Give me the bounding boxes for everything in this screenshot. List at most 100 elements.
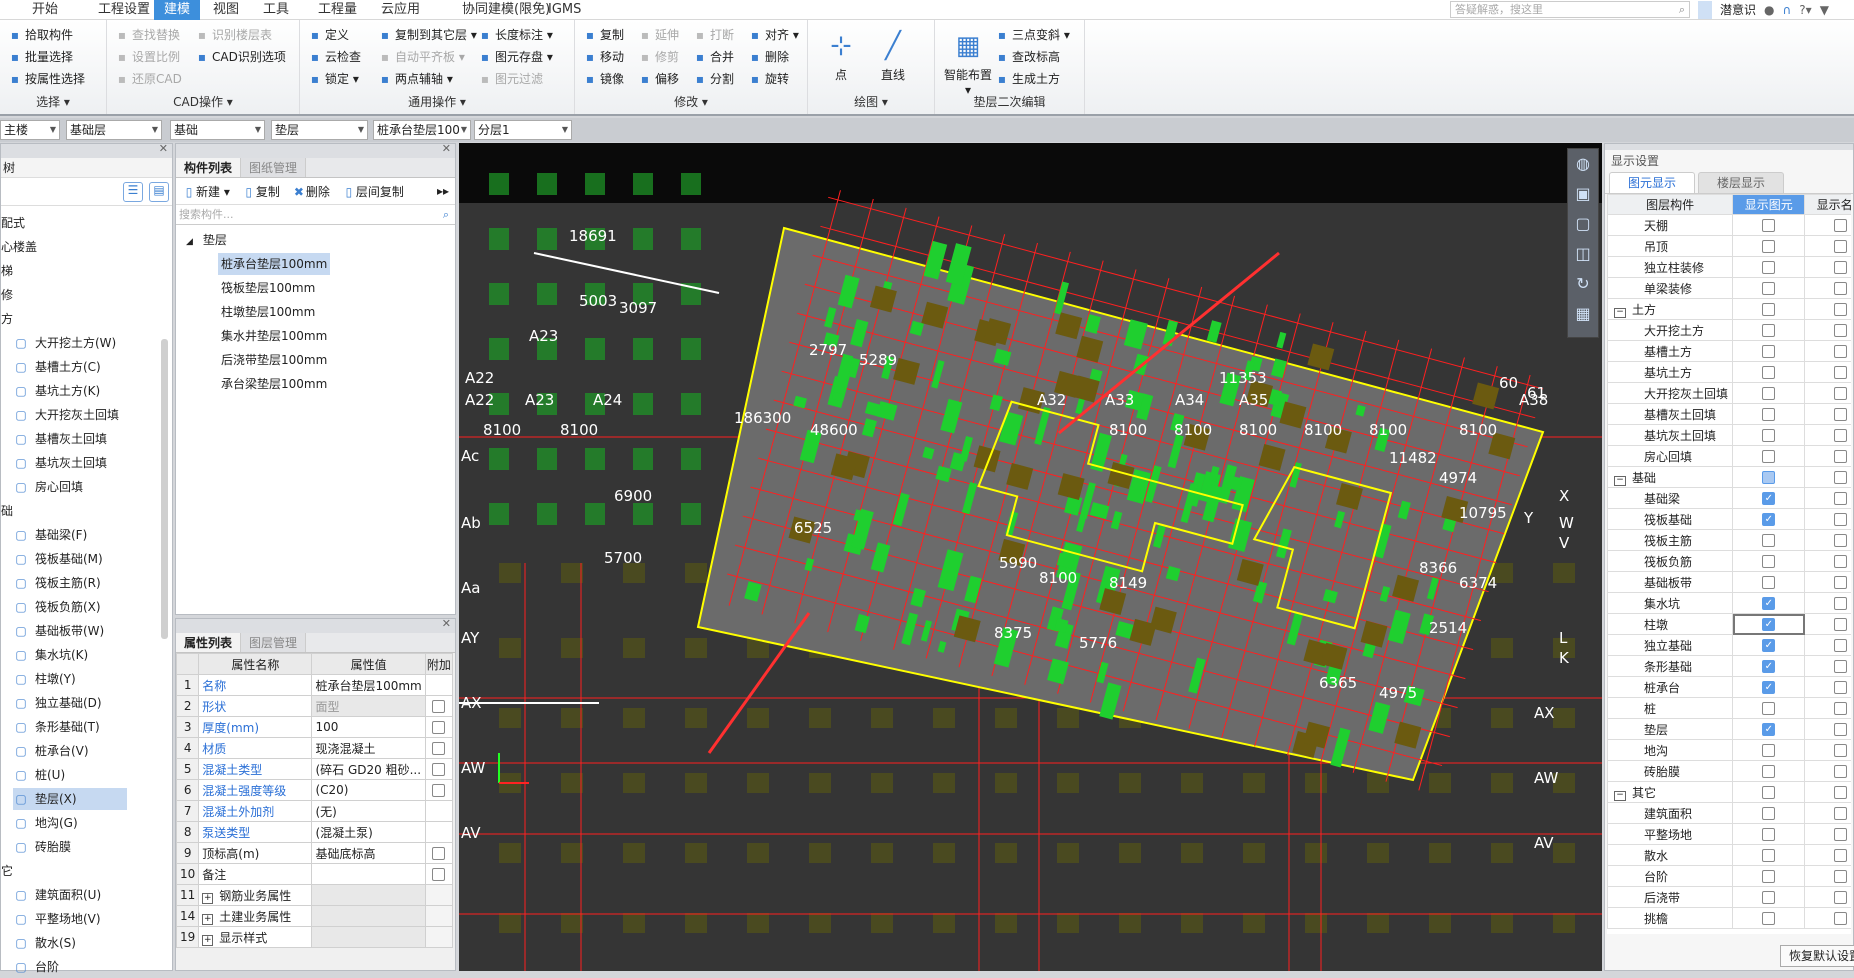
show-element-checkbox[interactable] [1762,744,1776,757]
component-item[interactable]: 桩承台垫层100mm [218,253,331,275]
tab[interactable]: 图层管理 [241,633,307,652]
show-element-checkbox[interactable] [1762,429,1776,442]
show-name-checkbox[interactable] [1834,450,1848,463]
property-value[interactable]: (混凝土泵) [311,821,426,843]
list-view-icon[interactable]: ☰ [123,182,143,202]
layer-row[interactable]: 垫层 ✓ [1607,718,1851,740]
property-row[interactable]: 6 混凝土强度等级 (C20) [175,779,454,801]
ribbon-group-label[interactable]: 通用操作 ▾ [300,93,574,110]
ribbon-group-label[interactable]: CAD操作 ▾ [107,93,299,110]
selector-combo[interactable]: 桩承台垫层100 ▼ [373,120,471,140]
nav-item[interactable]: ▢ 平整场地(V) [13,908,100,930]
help-icon[interactable]: ?▾ [1799,1,1811,19]
ribbon-button[interactable]: ▪ 合并 [693,46,734,68]
layer-row[interactable]: 筏板主筋 [1607,529,1851,551]
nav-item[interactable]: ▢ 垫层(X) [13,788,127,810]
menu-tab[interactable]: 工程设置 [88,0,160,20]
nav-item[interactable]: ▢ 基槽土方(C) [13,356,100,378]
layer-row[interactable]: 天棚 [1607,214,1851,236]
dynamic-view-icon[interactable]: ◍ [1568,149,1598,179]
nav-item[interactable]: 它 [1,860,13,882]
show-name-checkbox[interactable] [1834,891,1848,904]
layer-row[interactable]: 地沟 [1607,739,1851,761]
attach-checkbox[interactable] [432,784,446,797]
ribbon-button[interactable]: ▪ 识别楼层表 [195,24,286,46]
property-row[interactable]: 1 名称 桩承台垫层100mm [175,674,454,696]
tab[interactable]: 图纸管理 [241,158,307,177]
show-element-checkbox[interactable] [1762,261,1776,274]
layer-row[interactable]: 挑檐 [1607,907,1851,929]
show-element-checkbox[interactable] [1762,387,1776,400]
show-name-checkbox[interactable] [1834,492,1848,505]
show-element-checkbox[interactable] [1762,702,1776,715]
show-name-checkbox[interactable] [1834,534,1848,547]
ribbon-button-large[interactable]: ╱ 直线 [868,26,918,83]
layer-row[interactable]: 条形基础 ✓ [1607,655,1851,677]
component-item[interactable]: 柱墩垫层100mm [218,301,318,323]
show-element-checkbox[interactable] [1762,891,1776,904]
ribbon-button[interactable]: ▪ 移动 [583,46,624,68]
layer-row[interactable]: − 其它 [1607,781,1851,803]
property-value[interactable]: (C20) [311,779,426,801]
nav-item[interactable]: 心楼盖 [1,236,37,258]
ribbon-button[interactable]: ▪ 镜像 [583,68,624,90]
layer-row[interactable]: 台阶 [1607,865,1851,887]
message-icon[interactable]: ● [1764,1,1774,19]
ribbon-button[interactable]: ▪ 复制 [583,24,624,46]
tab[interactable]: 楼层显示 [1698,172,1785,193]
property-row[interactable]: 11 + 钢筋业务属性 [175,884,454,906]
show-element-checkbox[interactable] [1762,450,1776,463]
tree-view-icon[interactable]: ▤ [149,182,169,202]
property-value[interactable] [311,863,426,885]
show-name-checkbox[interactable] [1834,870,1848,883]
menu-tab[interactable]: 工程量 [308,0,367,20]
ribbon-group-label[interactable]: 修改 ▾ [575,93,807,110]
show-element-checkbox[interactable] [1762,786,1776,799]
ribbon-button[interactable]: ▪ 分割 [693,68,734,90]
attach-checkbox[interactable] [432,700,446,713]
ribbon-button[interactable]: ▪ 云检查 [308,46,361,68]
ribbon-button[interactable]: ▪ 查找替换 [115,24,182,46]
collapse-icon[interactable]: − [1614,475,1626,486]
show-element-checkbox[interactable] [1762,471,1776,484]
show-name-checkbox[interactable] [1834,702,1848,715]
component-item[interactable]: 承台梁垫层100mm [218,373,330,395]
attach-checkbox[interactable] [432,847,446,860]
show-element-checkbox[interactable] [1762,807,1776,820]
nav-item[interactable]: 配式 [1,212,25,234]
ribbon-button[interactable]: ▪ 锁定 ▾ [308,68,361,90]
nav-item[interactable]: ▢ 筏板基础(M) [13,548,102,570]
show-name-checkbox[interactable] [1834,639,1848,652]
property-row[interactable]: 19 + 显示样式 [175,926,454,948]
nav-item[interactable]: ▢ 筏板主筋(R) [13,572,100,594]
skin-icon[interactable]: ▼ [1820,1,1829,19]
ribbon-button[interactable]: ▪ 自动平齐板 ▾ [378,46,477,68]
layer-row[interactable]: 基槽土方 [1607,340,1851,362]
property-value[interactable]: (碎石 GD20 粗砂... [311,758,426,780]
show-element-checkbox[interactable]: ✓ [1762,618,1776,631]
toolbar-button[interactable]: ✖ 删除 [292,183,330,200]
property-row[interactable]: 2 形状 面型 [175,695,454,717]
show-name-checkbox[interactable] [1834,240,1848,253]
layer-row[interactable]: 建筑面积 [1607,802,1851,824]
layer-row[interactable]: 基础梁 ✓ [1607,487,1851,509]
ribbon-button[interactable]: ▪ 生成土方 [995,68,1070,90]
nav-item[interactable]: ▢ 房心回填 [13,476,83,498]
ribbon-button[interactable]: ▪ 图元存盘 ▾ [478,46,553,68]
menu-tab[interactable]: 云应用 [371,0,430,20]
collapse-icon[interactable]: − [1614,307,1626,318]
selector-combo[interactable]: 基础层 ▼ [66,120,162,140]
nav-item[interactable]: ▢ 基础梁(F) [13,524,87,546]
show-element-checkbox[interactable] [1762,219,1776,232]
show-name-checkbox[interactable] [1834,618,1848,631]
show-name-checkbox[interactable] [1834,555,1848,568]
plan-view-icon[interactable]: ▢ [1568,209,1598,239]
show-element-checkbox[interactable]: ✓ [1762,660,1776,673]
ribbon-button[interactable]: ▪ 偏移 [638,68,679,90]
layer-row[interactable]: 单梁装修 [1607,277,1851,299]
show-element-checkbox[interactable] [1762,555,1776,568]
layer-row[interactable]: 基槽灰土回填 [1607,403,1851,425]
show-name-checkbox[interactable] [1834,597,1848,610]
layer-row[interactable]: 柱墩 ✓ [1607,613,1851,635]
show-name-checkbox[interactable] [1834,807,1848,820]
